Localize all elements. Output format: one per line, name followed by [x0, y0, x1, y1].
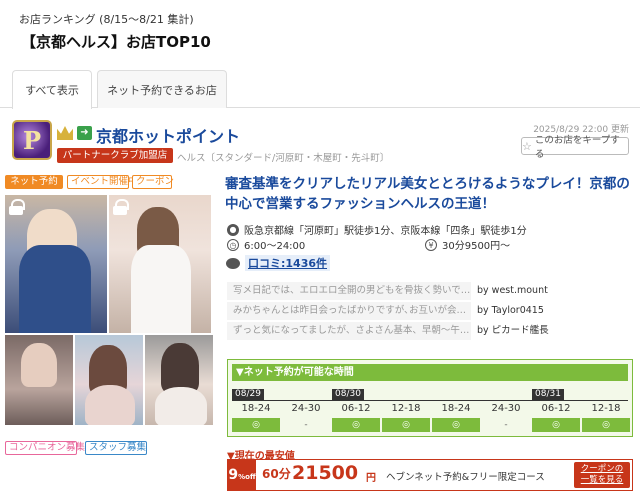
- reservation-slot[interactable]: ◎: [382, 418, 430, 432]
- shop-genre: ヘルス〔スタンダード/河原町・木屋町・先斗町〕: [177, 153, 390, 164]
- review-author: by Taylor0415: [477, 305, 544, 316]
- lock-icon: [113, 199, 129, 215]
- deal-yen: 円: [366, 473, 376, 484]
- discount-value: 9: [228, 467, 239, 483]
- deal-minutes: 60分: [262, 467, 291, 481]
- reservation-time: 06-12: [341, 403, 371, 414]
- reservation-date: 08/29: [232, 389, 264, 400]
- reservation-time: 12-18: [391, 403, 421, 414]
- reservation-time: 24-30: [291, 403, 321, 414]
- review-item[interactable]: ずっと気になってましたが、さよさん基本、早朝～午… by ピカード艦長: [227, 322, 633, 341]
- staff-recruit-link[interactable]: スタッフ募集: [85, 441, 147, 455]
- reservation-time: 12-18: [591, 403, 621, 414]
- star-icon: ☆: [522, 139, 532, 153]
- reservation-time: 18-24: [441, 403, 471, 414]
- hours-text: 6:00～24:00: [244, 241, 306, 252]
- deal-box[interactable]: 9%off 60分 21500 円 ヘブンネット予約&フリー限定コース クーポン…: [227, 459, 633, 491]
- badge-coupon: クーポン: [132, 175, 174, 189]
- companion-recruit-link[interactable]: コンパニオン募集: [5, 441, 85, 455]
- date-divider: [232, 400, 628, 401]
- reservation-time: 24-30: [491, 403, 521, 414]
- badge-net-reservation: ネット予約: [5, 175, 63, 189]
- girl-photo-1[interactable]: [5, 195, 107, 333]
- girl-photo-4[interactable]: [75, 335, 143, 425]
- review-list: 写メ日記では、エロエロ全開の男どもを骨抜く勢いで… by west.mount …: [227, 282, 633, 342]
- tab-net-reservation[interactable]: ネット予約できるお店: [97, 70, 227, 108]
- keep-shop-button[interactable]: ☆ このお店をキープする: [521, 135, 629, 160]
- access-info: ● 阪急京都線「河原町」駅徒歩1分、京阪本線「四条」駅徒歩1分: [227, 222, 527, 237]
- discount-badge: 9%off: [228, 460, 256, 490]
- reservation-slot[interactable]: ◎: [532, 418, 580, 432]
- hours-info: ◷ 6:00～24:00: [227, 237, 305, 252]
- yen-icon: ¥: [425, 238, 437, 251]
- reservation-panel: ▼ネット予約が可能な時間 08/29 08/30 08/31 18-24 24-30 06…: [227, 359, 633, 437]
- lock-icon: [9, 199, 25, 215]
- reservation-time: 18-24: [241, 403, 271, 414]
- coupon-btn-line2: 一覧を見る: [580, 475, 624, 485]
- review-item[interactable]: みかちゃんとは昨日会ったばかりですが､お互いが会… by Taylor0415: [227, 302, 633, 321]
- reservation-slot[interactable]: ◎: [582, 418, 630, 432]
- review-item[interactable]: 写メ日記では、エロエロ全開の男どもを骨抜く勢いで… by west.mount: [227, 282, 633, 301]
- badge-event: イベント開催中: [67, 175, 138, 189]
- reservation-slot: -: [282, 418, 330, 432]
- crown-icon: [57, 126, 73, 140]
- coupon-list-button[interactable]: クーポンの 一覧を見る: [574, 462, 630, 488]
- shop-card: P ➜ 京都ホットポイント パートナークラブ加盟店 ヘルス〔スタンダード/河原町…: [5, 114, 635, 494]
- price-text: 30分9500円～: [442, 241, 511, 252]
- keep-label: このお店をキープする: [534, 135, 620, 160]
- shop-header: P ➜ 京都ホットポイント パートナークラブ加盟店 ヘルス〔スタンダード/河原町…: [5, 114, 635, 164]
- review-text[interactable]: 写メ日記では、エロエロ全開の男どもを骨抜く勢いで…: [227, 282, 471, 300]
- shop-logo[interactable]: P: [12, 120, 52, 160]
- girl-photo-2[interactable]: [109, 195, 211, 333]
- catch-copy-link[interactable]: 審査基準をクリアしたリアル美女ととろけるようなプレイ！京都の中心で営業するファッ…: [225, 174, 633, 214]
- girl-photo-5[interactable]: [145, 335, 213, 425]
- review-author: by west.mount: [477, 285, 548, 296]
- review-count-link[interactable]: 口コミ:1436件: [245, 255, 331, 271]
- review-info: 口コミ:1436件: [226, 255, 331, 271]
- reservation-slot[interactable]: ◎: [232, 418, 280, 432]
- location-pin-icon: ●: [227, 223, 239, 236]
- reservation-slot[interactable]: ◎: [332, 418, 380, 432]
- speech-bubble-icon: [226, 257, 240, 269]
- clock-icon: ◷: [227, 238, 239, 251]
- ranking-title: 【京都ヘルス】お店TOP10: [21, 33, 211, 51]
- price-info: ¥ 30分9500円～: [425, 237, 510, 252]
- reservation-heading: ▼ネット予約が可能な時間: [232, 364, 628, 381]
- reservation-date: 08/30: [332, 389, 364, 400]
- coupon-btn-line1: クーポンの: [580, 464, 624, 474]
- deal-course: ヘブンネット予約&フリー限定コース: [386, 472, 545, 483]
- reservation-time: 06-12: [541, 403, 571, 414]
- arrow-right-icon: ➜: [77, 126, 92, 140]
- review-text[interactable]: ずっと気になってましたが、さよさん基本、早朝～午…: [227, 322, 471, 340]
- reservation-date: 08/31: [532, 389, 564, 400]
- reservation-slot[interactable]: ◎: [432, 418, 480, 432]
- review-text[interactable]: みかちゃんとは昨日会ったばかりですが､お互いが会…: [227, 302, 471, 320]
- discount-unit: %off: [238, 473, 256, 481]
- tab-bar: すべて表示 ネット予約できるお店: [0, 70, 640, 109]
- reservation-slot: -: [482, 418, 530, 432]
- deal-price: 21500: [292, 462, 359, 484]
- ranking-period: お店ランキング (8/15～8/21 集計): [19, 13, 194, 26]
- review-author: by ピカード艦長: [477, 325, 549, 336]
- tab-all[interactable]: すべて表示: [12, 70, 92, 109]
- shop-name-link[interactable]: 京都ホットポイント: [96, 123, 240, 147]
- partner-badge: パートナークラブ加盟店: [57, 148, 173, 163]
- access-text: 阪急京都線「河原町」駅徒歩1分、京阪本線「四条」駅徒歩1分: [244, 226, 527, 237]
- girl-photo-3[interactable]: [5, 335, 73, 425]
- ranking-header: お店ランキング (8/15～8/21 集計) 【京都ヘルス】お店TOP10: [0, 0, 640, 60]
